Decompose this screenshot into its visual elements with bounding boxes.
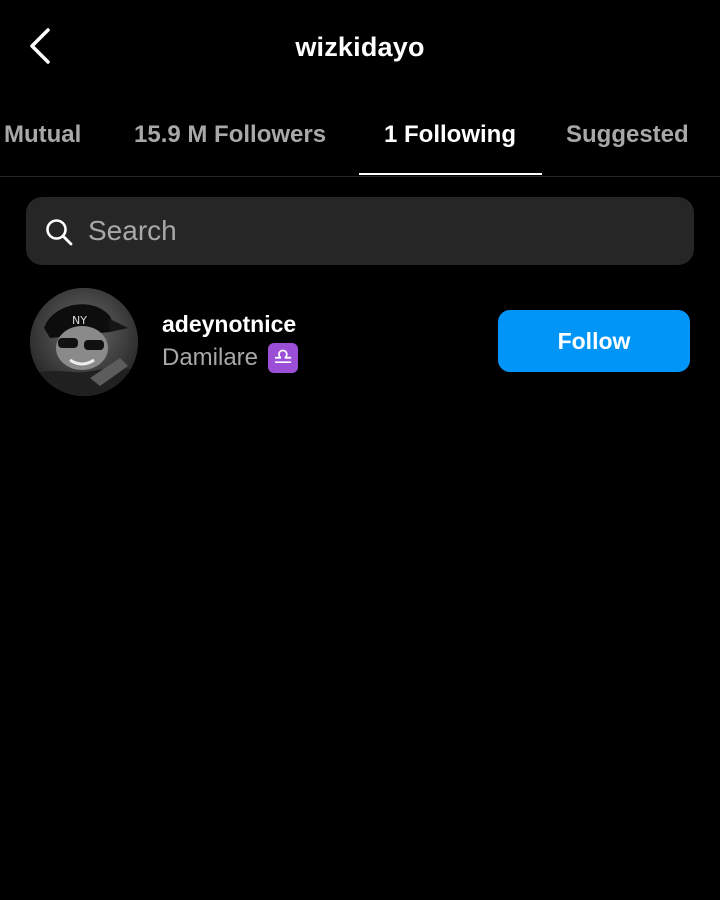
tab-followers[interactable]: 15.9 M Followers: [134, 100, 326, 176]
profile-photo: NY: [30, 288, 138, 396]
full-name: Damilare ♎: [162, 343, 299, 373]
full-name-text: Damilare: [162, 344, 259, 371]
libra-emoji-icon: ♎: [268, 343, 299, 373]
tab-following[interactable]: 1 Following: [384, 100, 516, 176]
search-input[interactable]: [88, 197, 678, 265]
search-icon: [46, 219, 73, 246]
username[interactable]: adeynotnice: [162, 311, 296, 338]
tab-mutual[interactable]: Mutual: [4, 100, 81, 176]
top-bar: wizkidayo: [0, 0, 720, 100]
svg-text:NY: NY: [72, 314, 87, 327]
active-tab-indicator: [359, 173, 542, 175]
tab-bar: Mutual 15.9 M Followers 1 Following Sugg…: [0, 100, 720, 177]
list-item[interactable]: NY adeynotnice Damilare ♎ Follow: [0, 285, 720, 397]
follow-button[interactable]: Follow: [498, 310, 690, 372]
page-title: wizkidayo: [295, 32, 425, 62]
avatar[interactable]: NY: [30, 288, 138, 396]
tab-suggested[interactable]: Suggested: [566, 100, 689, 176]
search-bar[interactable]: [26, 197, 694, 265]
